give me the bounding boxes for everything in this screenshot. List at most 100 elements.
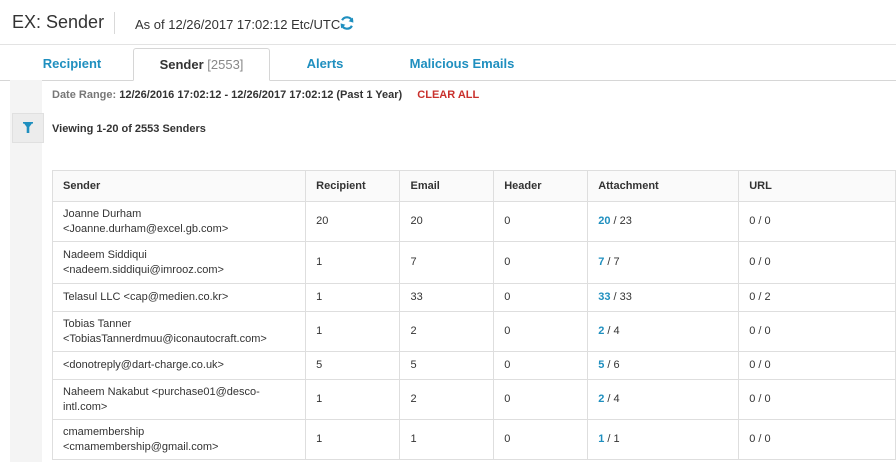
tab-bar: Recipient Sender [2553] Alerts Malicious… [0,44,896,81]
column-header-email[interactable]: Email [399,170,495,202]
attachment-total: / 33 [610,291,632,303]
attachment-cell: 2 / 4 [587,379,740,420]
attachment-cell: 33 / 33 [587,283,740,312]
header-count: 0 [493,311,589,352]
attachment-total: / 23 [610,215,632,227]
header-count: 0 [493,379,589,420]
as-of-timestamp: As of 12/26/2017 17:02:12 Etc/UTC [135,17,341,32]
column-header-attachment[interactable]: Attachment [587,170,740,202]
attachment-total: / 4 [604,325,620,337]
url-count: 0 / 0 [738,311,896,352]
email-count: 1 [399,419,495,460]
sender-name: cmamembership [63,425,145,438]
page-title: EX: Sender [12,12,105,32]
tab-malicious-emails[interactable]: Malicious Emails [392,48,532,79]
sender-cell: <donotreply@dart-charge.co.uk> [51,351,307,380]
email-count: 33 [399,283,495,312]
tab-count-badge: [2553] [207,57,244,72]
tab-alerts[interactable]: Alerts [270,48,380,79]
table-row: Naheem Nakabut <purchase01@desco- intl.c… [51,379,896,420]
attachment-total: / 7 [604,256,620,268]
table-row: cmamembership <cmamembership@gmail.com> … [51,419,896,460]
sender-cell: Naheem Nakabut <purchase01@desco- intl.c… [51,379,307,420]
sender-address: <cmamembership@gmail.com> [63,440,219,453]
recipient-count: 5 [305,351,401,380]
column-header-sender[interactable]: Sender [51,170,307,202]
tab-label: Alerts [306,56,344,71]
sender-name: Nadeem Siddiqui [63,248,147,261]
sender-address: <nadeem.siddiqui@imrooz.com> [63,263,224,276]
sender-address: <Joanne.durham@excel.gb.com> [63,222,229,235]
sender-name: Naheem Nakabut <purchase01@desco- [63,385,260,398]
sender-address: <TobiasTannerdmuu@iconautocraft.com> [63,332,267,345]
table-row: <donotreply@dart-charge.co.uk> 5 5 0 5 /… [51,351,896,380]
email-count: 5 [399,351,495,380]
table-row: Tobias Tanner <TobiasTannerdmuu@iconauto… [51,311,896,352]
email-count: 7 [399,241,495,284]
sender-name: <donotreply@dart-charge.co.uk> [63,359,224,371]
email-count: 2 [399,311,495,352]
recipient-count: 1 [305,379,401,420]
url-count: 0 / 0 [738,351,896,380]
filter-toggle-button[interactable] [12,113,44,143]
sender-cell: Tobias Tanner <TobiasTannerdmuu@iconauto… [51,311,307,352]
tab-label: Recipient [42,56,102,71]
sender-name: Telasul LLC <cap@medien.co.kr> [63,291,229,303]
tab-recipient[interactable]: Recipient [12,48,132,79]
attachment-total: / 1 [604,433,620,445]
url-count: 0 / 0 [738,379,896,420]
table-row: Joanne Durham <Joanne.durham@excel.gb.co… [51,201,896,242]
column-header-header[interactable]: Header [493,170,589,202]
tab-label: Malicious Emails [409,56,515,71]
recipient-count: 20 [305,201,401,242]
attachment-link[interactable]: 20 [598,215,610,227]
date-range: Date Range: 12/26/2016 17:02:12 - 12/26/… [52,89,479,101]
header-count: 0 [493,351,589,380]
date-range-value: 12/26/2016 17:02:12 - 12/26/2017 17:02:1… [119,89,403,101]
sender-cell: Joanne Durham <Joanne.durham@excel.gb.co… [51,201,307,242]
url-count: 0 / 2 [738,283,896,312]
header-count: 0 [493,283,589,312]
attachment-cell: 20 / 23 [587,201,740,242]
recipient-count: 1 [305,419,401,460]
recipient-count: 1 [305,241,401,284]
table-row: Nadeem Siddiqui <nadeem.siddiqui@imrooz.… [51,241,896,284]
refresh-icon[interactable] [339,15,355,31]
attachment-total: / 6 [604,359,620,371]
email-count: 2 [399,379,495,420]
sender-cell: Nadeem Siddiqui <nadeem.siddiqui@imrooz.… [51,241,307,284]
column-header-recipient[interactable]: Recipient [305,170,401,202]
recipient-count: 1 [305,283,401,312]
results-count: Viewing 1-20 of 2553 Senders [52,123,206,135]
date-range-label: Date Range: [52,89,117,101]
url-count: 0 / 0 [738,419,896,460]
attachment-cell: 7 / 7 [587,241,740,284]
clear-all-button[interactable]: CLEAR ALL [417,89,479,101]
column-header-url[interactable]: URL [738,170,896,202]
header-count: 0 [493,241,589,284]
sender-name: Tobias Tanner [63,317,132,330]
attachment-cell: 2 / 4 [587,311,740,352]
top-bar: EX: Sender As of 12/26/2017 17:02:12 Etc… [0,0,896,45]
recipient-count: 1 [305,311,401,352]
filter-icon [23,122,33,133]
table-header-row: Sender Recipient Email Header Attachment… [51,170,896,202]
sender-name: Joanne Durham [63,207,142,220]
attachment-link[interactable]: 33 [598,291,610,303]
attachment-total: / 4 [604,393,620,405]
email-count: 20 [399,201,495,242]
header-count: 0 [493,419,589,460]
tab-label: Sender [159,57,204,72]
sender-cell: cmamembership <cmamembership@gmail.com> [51,419,307,460]
header-count: 0 [493,201,589,242]
tab-sender[interactable]: Sender [2553] [133,48,270,81]
url-count: 0 / 0 [738,241,896,284]
table-row: Telasul LLC <cap@medien.co.kr> 1 33 0 33… [51,283,896,312]
sender-cell: Telasul LLC <cap@medien.co.kr> [51,283,307,312]
senders-table: Sender Recipient Email Header Attachment… [51,170,896,460]
attachment-cell: 1 / 1 [587,419,740,460]
header-divider [114,12,115,34]
sender-address: intl.com> [63,400,108,413]
url-count: 0 / 0 [738,201,896,242]
attachment-cell: 5 / 6 [587,351,740,380]
